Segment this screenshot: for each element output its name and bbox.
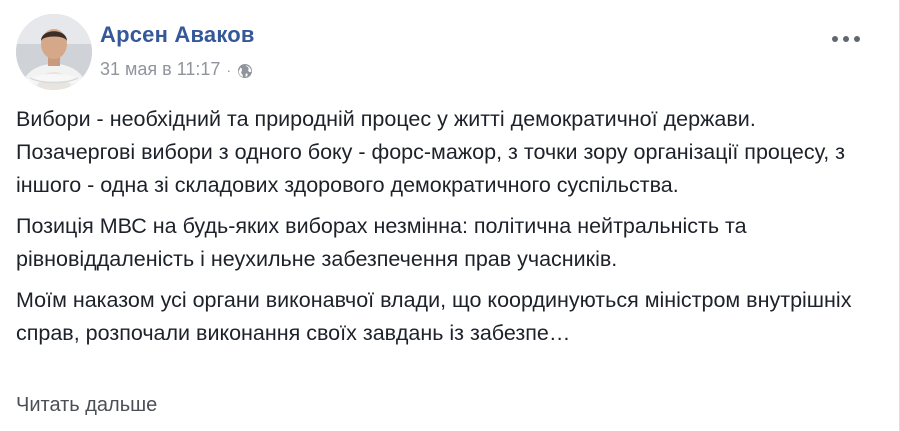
meta-separator: · <box>226 61 232 78</box>
post-timestamp[interactable]: 31 мая в 11:17 <box>100 59 220 80</box>
globe-icon[interactable] <box>237 63 253 79</box>
post-paragraph-2: Позиція МВС на будь-яких виборах незмінн… <box>16 214 747 271</box>
author-name[interactable]: Арсен Аваков <box>100 22 255 48</box>
avatar-image <box>16 14 92 90</box>
facebook-post: Арсен Аваков 31 мая в 11:17 · Вибори - н… <box>0 0 900 431</box>
post-meta: 31 мая в 11:17 · <box>100 59 253 80</box>
post-body: Вибори - необхідний та природній процес … <box>16 103 876 358</box>
post-paragraph-1: Вибори - необхідний та природній процес … <box>16 107 846 197</box>
post-header: Арсен Аваков 31 мая в 11:17 · <box>16 14 876 94</box>
more-dot-1 <box>832 36 838 42</box>
avatar[interactable] <box>16 14 92 90</box>
more-dot-3 <box>854 36 860 42</box>
post-paragraph-3: Моїм наказом усі органи виконавчої влади… <box>16 288 852 345</box>
see-more-link[interactable]: Читать дальше <box>16 394 157 417</box>
more-options-icon[interactable] <box>832 32 860 46</box>
more-dot-2 <box>843 36 849 42</box>
